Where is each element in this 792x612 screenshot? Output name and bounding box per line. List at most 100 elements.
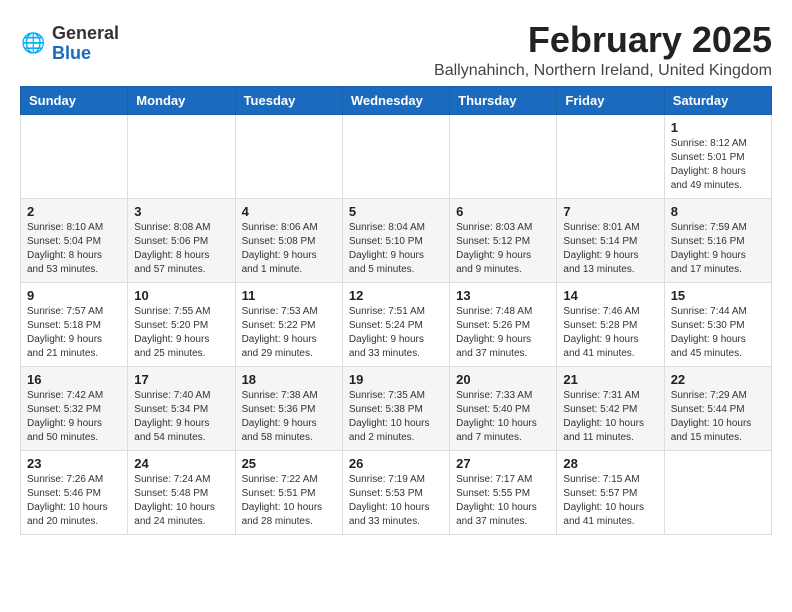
week-row-1: 2Sunrise: 8:10 AM Sunset: 5:04 PM Daylig… [21, 198, 772, 282]
day-info: Sunrise: 8:12 AM Sunset: 5:01 PM Dayligh… [671, 137, 765, 193]
calendar-cell: 14 Sunrise: 7:46 AM Sunset: 5:28 PM Dayli… [557, 282, 664, 366]
calendar-cell: 25 Sunrise: 7:22 AM Sunset: 5:51 PM Dayli… [235, 450, 342, 534]
calendar-cell: 26Sunrise: 7:19 AM Sunset: 5:53 PM Dayli… [342, 450, 449, 534]
day-info: Sunrise: 7:48 AM Sunset: 5:26 PM Dayligh… [456, 305, 550, 361]
calendar-cell: 13 Sunrise: 7:48 AM Sunset: 5:26 PM Dayli… [450, 282, 557, 366]
day-number: 27 [456, 456, 550, 471]
calendar-cell: 1Sunrise: 8:12 AM Sunset: 5:01 PM Daylig… [664, 114, 771, 198]
day-info: Sunrise: 7:22 AM Sunset: 5:51 PM Dayligh… [242, 473, 336, 529]
day-info: Sunrise: 7:42 AM Sunset: 5:32 PM Dayligh… [27, 389, 121, 445]
day-info: Sunrise: 8:06 AM Sunset: 5:08 PM Dayligh… [242, 221, 336, 277]
calendar-cell: 6Sunrise: 8:03 AM Sunset: 5:12 PM Daylig… [450, 198, 557, 282]
day-number: 20 [456, 372, 550, 387]
day-info: Sunrise: 7:40 AM Sunset: 5:34 PM Dayligh… [134, 389, 228, 445]
day-info: Sunrise: 7:33 AM Sunset: 5:40 PM Dayligh… [456, 389, 550, 445]
day-number: 23 [27, 456, 121, 471]
day-info: Sunrise: 7:31 AM Sunset: 5:42 PM Dayligh… [563, 389, 657, 445]
month-title: February 2025 [434, 20, 772, 60]
day-number: 18 [242, 372, 336, 387]
day-info: Sunrise: 7:53 AM Sunset: 5:22 PM Dayligh… [242, 305, 336, 361]
day-info: Sunrise: 8:04 AM Sunset: 5:10 PM Dayligh… [349, 221, 443, 277]
day-number: 26 [349, 456, 443, 471]
day-number: 6 [456, 204, 550, 219]
calendar-table: SundayMondayTuesdayWednesdayThursdayFrid… [20, 86, 772, 535]
title-section: February 2025 Ballynahinch, Northern Ire… [434, 20, 772, 80]
day-info: Sunrise: 7:38 AM Sunset: 5:36 PM Dayligh… [242, 389, 336, 445]
calendar-cell [128, 114, 235, 198]
day-number: 13 [456, 288, 550, 303]
calendar-cell: 8Sunrise: 7:59 AM Sunset: 5:16 PM Daylig… [664, 198, 771, 282]
calendar-cell: 3 Sunrise: 8:08 AM Sunset: 5:06 PM Daylig… [128, 198, 235, 282]
day-info: Sunrise: 7:24 AM Sunset: 5:48 PM Dayligh… [134, 473, 228, 529]
day-info: Sunrise: 7:46 AM Sunset: 5:28 PM Dayligh… [563, 305, 657, 361]
calendar-cell [450, 114, 557, 198]
weekday-header-wednesday: Wednesday [342, 86, 449, 114]
calendar-cell: 28Sunrise: 7:15 AM Sunset: 5:57 PM Dayli… [557, 450, 664, 534]
page-header: 🌐 General Blue February 2025 Ballynahinc… [20, 20, 772, 80]
calendar-cell: 27 Sunrise: 7:17 AM Sunset: 5:55 PM Dayli… [450, 450, 557, 534]
calendar-cell [557, 114, 664, 198]
weekday-header-monday: Monday [128, 86, 235, 114]
day-number: 25 [242, 456, 336, 471]
day-info: Sunrise: 7:26 AM Sunset: 5:46 PM Dayligh… [27, 473, 121, 529]
calendar-cell: 19Sunrise: 7:35 AM Sunset: 5:38 PM Dayli… [342, 366, 449, 450]
week-row-0: 1Sunrise: 8:12 AM Sunset: 5:01 PM Daylig… [21, 114, 772, 198]
logo-blue: Blue [52, 44, 119, 64]
logo: 🌐 General Blue [20, 24, 119, 64]
calendar-cell: 15 Sunrise: 7:44 AM Sunset: 5:30 PM Dayli… [664, 282, 771, 366]
day-number: 7 [563, 204, 657, 219]
logo-text: General Blue [52, 24, 119, 64]
calendar-cell: 16 Sunrise: 7:42 AM Sunset: 5:32 PM Dayli… [21, 366, 128, 450]
day-number: 9 [27, 288, 121, 303]
day-number: 24 [134, 456, 228, 471]
calendar-cell: 21 Sunrise: 7:31 AM Sunset: 5:42 PM Dayli… [557, 366, 664, 450]
day-info: Sunrise: 7:55 AM Sunset: 5:20 PM Dayligh… [134, 305, 228, 361]
calendar-cell: 11 Sunrise: 7:53 AM Sunset: 5:22 PM Dayli… [235, 282, 342, 366]
calendar-cell: 24 Sunrise: 7:24 AM Sunset: 5:48 PM Dayli… [128, 450, 235, 534]
weekday-header-saturday: Saturday [664, 86, 771, 114]
day-info: Sunrise: 7:59 AM Sunset: 5:16 PM Dayligh… [671, 221, 765, 277]
day-number: 12 [349, 288, 443, 303]
weekday-header-row: SundayMondayTuesdayWednesdayThursdayFrid… [21, 86, 772, 114]
day-info: Sunrise: 7:57 AM Sunset: 5:18 PM Dayligh… [27, 305, 121, 361]
day-number: 3 [134, 204, 228, 219]
day-info: Sunrise: 7:35 AM Sunset: 5:38 PM Dayligh… [349, 389, 443, 445]
day-number: 5 [349, 204, 443, 219]
calendar-cell: 18 Sunrise: 7:38 AM Sunset: 5:36 PM Dayli… [235, 366, 342, 450]
day-number: 4 [242, 204, 336, 219]
day-info: Sunrise: 8:08 AM Sunset: 5:06 PM Dayligh… [134, 221, 228, 277]
day-info: Sunrise: 7:44 AM Sunset: 5:30 PM Dayligh… [671, 305, 765, 361]
week-row-4: 23 Sunrise: 7:26 AM Sunset: 5:46 PM Dayli… [21, 450, 772, 534]
week-row-2: 9 Sunrise: 7:57 AM Sunset: 5:18 PM Daylig… [21, 282, 772, 366]
calendar-cell: 2Sunrise: 8:10 AM Sunset: 5:04 PM Daylig… [21, 198, 128, 282]
weekday-header-friday: Friday [557, 86, 664, 114]
calendar-cell: 5 Sunrise: 8:04 AM Sunset: 5:10 PM Daylig… [342, 198, 449, 282]
calendar-cell: 20 Sunrise: 7:33 AM Sunset: 5:40 PM Dayli… [450, 366, 557, 450]
day-info: Sunrise: 7:29 AM Sunset: 5:44 PM Dayligh… [671, 389, 765, 445]
calendar-cell: 4 Sunrise: 8:06 AM Sunset: 5:08 PM Daylig… [235, 198, 342, 282]
calendar-cell: 7Sunrise: 8:01 AM Sunset: 5:14 PM Daylig… [557, 198, 664, 282]
weekday-header-tuesday: Tuesday [235, 86, 342, 114]
calendar-cell: 17 Sunrise: 7:40 AM Sunset: 5:34 PM Dayli… [128, 366, 235, 450]
calendar-cell: 12 Sunrise: 7:51 AM Sunset: 5:24 PM Dayli… [342, 282, 449, 366]
calendar-cell: 9 Sunrise: 7:57 AM Sunset: 5:18 PM Daylig… [21, 282, 128, 366]
calendar-cell [21, 114, 128, 198]
calendar-cell: 22Sunrise: 7:29 AM Sunset: 5:44 PM Dayli… [664, 366, 771, 450]
logo-icon: 🌐 [20, 30, 48, 58]
day-number: 16 [27, 372, 121, 387]
location-title: Ballynahinch, Northern Ireland, United K… [434, 62, 772, 80]
day-number: 17 [134, 372, 228, 387]
day-number: 14 [563, 288, 657, 303]
day-info: Sunrise: 7:17 AM Sunset: 5:55 PM Dayligh… [456, 473, 550, 529]
week-row-3: 16 Sunrise: 7:42 AM Sunset: 5:32 PM Dayli… [21, 366, 772, 450]
calendar-cell [342, 114, 449, 198]
day-number: 15 [671, 288, 765, 303]
day-number: 28 [563, 456, 657, 471]
day-number: 11 [242, 288, 336, 303]
weekday-header-thursday: Thursday [450, 86, 557, 114]
calendar-cell [235, 114, 342, 198]
day-info: Sunrise: 7:51 AM Sunset: 5:24 PM Dayligh… [349, 305, 443, 361]
calendar-cell [664, 450, 771, 534]
day-number: 21 [563, 372, 657, 387]
svg-text:🌐: 🌐 [21, 31, 45, 54]
